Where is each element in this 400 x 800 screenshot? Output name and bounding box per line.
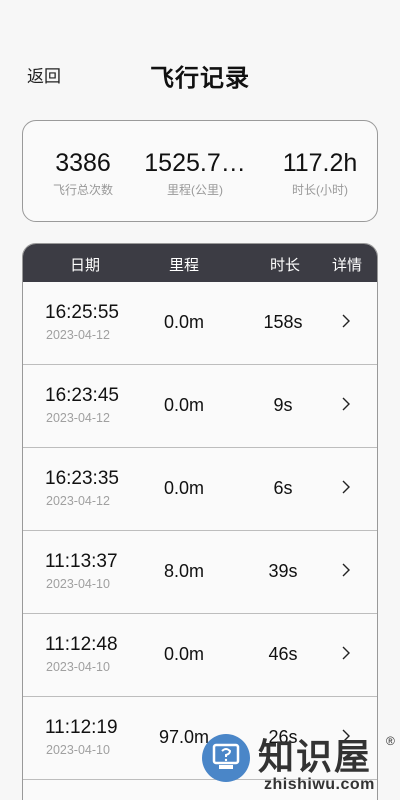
row-duration: 39s xyxy=(268,561,298,581)
table-row[interactable]: 16:23:45 2023-04-12 0.0m 9s xyxy=(23,365,377,448)
row-date: 2023-04-10 xyxy=(46,743,110,757)
row-distance: 0.0m xyxy=(163,395,205,415)
chevron-right-icon[interactable] xyxy=(339,480,353,494)
row-distance: 0.0m xyxy=(163,312,205,332)
table-header: 日期 里程 时长 详情 xyxy=(23,244,377,282)
watermark-url: zhishiwu.com xyxy=(264,776,375,793)
chevron-right-icon[interactable] xyxy=(339,563,353,577)
row-time: 16:25:55 xyxy=(45,302,119,323)
row-date: 2023-04-12 xyxy=(46,494,110,508)
watermark-reg-mark: ® xyxy=(386,734,395,748)
row-time: 11:13:37 xyxy=(45,551,118,572)
stat-distance: 1525.7… 里程(公里) xyxy=(135,149,255,198)
column-header-detail: 详情 xyxy=(332,257,363,274)
chevron-right-icon[interactable] xyxy=(339,314,353,328)
chevron-right-icon[interactable] xyxy=(339,397,353,411)
column-header-date: 日期 xyxy=(70,257,101,274)
header-bar: 返回 飞行记录 xyxy=(0,52,400,96)
row-date: 2023-04-12 xyxy=(46,328,110,342)
row-date: 2023-04-12 xyxy=(46,411,110,425)
row-duration: 9s xyxy=(273,395,293,415)
stat-flight-count: 3386 飞行总次数 xyxy=(33,149,133,198)
chevron-right-icon[interactable] xyxy=(339,646,353,660)
stat-flight-count-label: 飞行总次数 xyxy=(52,183,113,197)
row-distance: 0.0m xyxy=(163,644,205,664)
stat-duration: 117.2h 时长(小时) xyxy=(267,149,373,198)
stat-duration-value: 117.2h xyxy=(282,149,358,177)
table-row[interactable]: 11:13:37 2023-04-10 8.0m 39s xyxy=(23,531,377,614)
row-date: 2023-04-10 xyxy=(46,660,110,674)
column-header-distance: 里程 xyxy=(169,257,200,274)
stat-duration-label: 时长(小时) xyxy=(292,183,348,197)
watermark: 知识屋 ® zhishiwu.com xyxy=(200,728,400,800)
row-distance: 8.0m xyxy=(163,561,205,581)
question-monitor-icon xyxy=(202,734,250,782)
page-title: 飞行记录 xyxy=(150,65,250,92)
row-duration: 6s xyxy=(273,478,293,498)
summary-card: 3386 飞行总次数 1525.7… 里程(公里) 117.2h 时长(小时) xyxy=(22,120,378,222)
row-duration: 46s xyxy=(268,644,298,664)
table-row[interactable]: 11:12:48 2023-04-10 0.0m 46s xyxy=(23,614,377,697)
row-date: 2023-04-10 xyxy=(46,577,110,591)
flight-records-table: 日期 里程 时长 详情 16:25:55 2023-04-12 0.0m 158… xyxy=(22,243,378,800)
stat-distance-label: 里程(公里) xyxy=(167,183,223,197)
row-time: 16:23:35 xyxy=(45,468,119,489)
column-header-duration: 时长 xyxy=(270,257,301,274)
row-time: 11:12:19 xyxy=(45,717,118,738)
watermark-brand: 知识屋 xyxy=(258,736,373,778)
table-row[interactable]: 16:23:35 2023-04-12 0.0m 6s xyxy=(23,448,377,531)
stat-flight-count-value: 3386 xyxy=(55,149,111,177)
table-row[interactable]: 16:25:55 2023-04-12 0.0m 158s xyxy=(23,282,377,365)
stat-distance-value: 1525.7… xyxy=(144,149,246,177)
row-time: 11:12:48 xyxy=(45,634,118,655)
row-time: 16:23:45 xyxy=(45,385,119,406)
row-distance: 0.0m xyxy=(163,478,205,498)
row-duration: 158s xyxy=(263,312,303,332)
